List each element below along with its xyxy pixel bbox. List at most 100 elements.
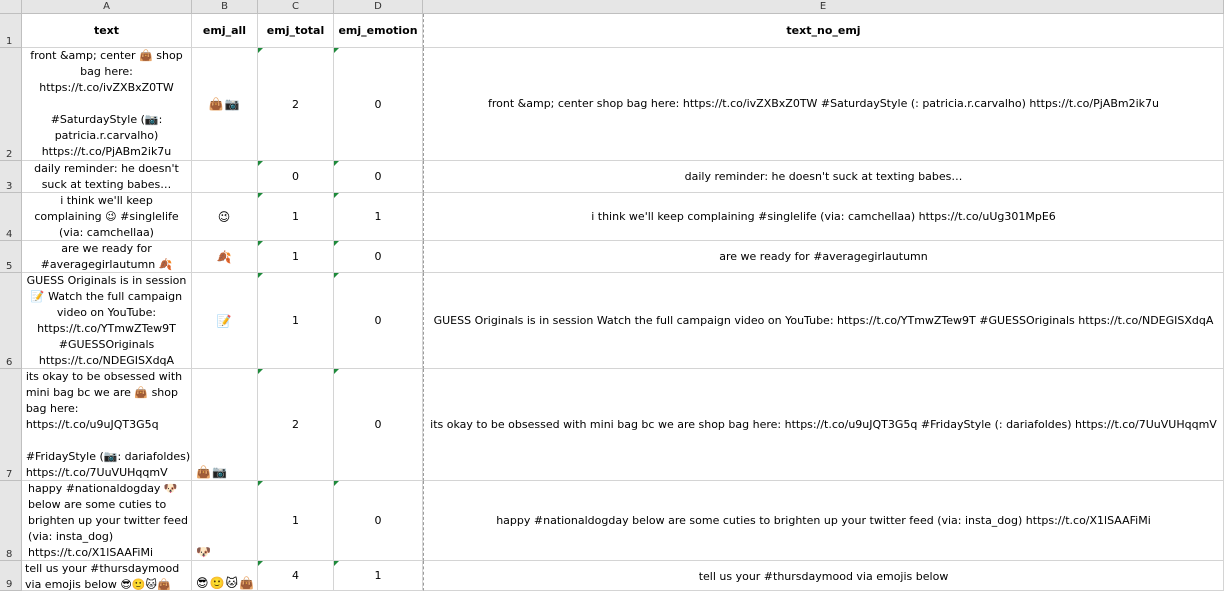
number-stored-as-text-indicator xyxy=(258,273,263,278)
number-stored-as-text-indicator xyxy=(258,193,263,198)
cell-value: i think we'll keep complaining 😉 #single… xyxy=(34,193,179,239)
data-cell-emj-all[interactable]: 📝 xyxy=(192,273,258,369)
data-cell-emj-total[interactable]: 1 xyxy=(258,241,334,273)
column-header-d[interactable]: D xyxy=(334,0,423,14)
data-cell-text[interactable]: its okay to be obsessed with mini bag bc… xyxy=(22,369,192,481)
column-header-c[interactable]: C xyxy=(258,0,334,14)
row-header-1[interactable]: 1 xyxy=(0,14,22,48)
data-cell-emj-all[interactable]: 🍂 xyxy=(192,241,258,273)
header-cell-emj-emotion[interactable]: emj_emotion xyxy=(334,14,423,48)
header-cell-emj-all[interactable]: emj_all xyxy=(192,14,258,48)
data-cell-text[interactable]: are we ready for #averagegirlautumn 🍂 xyxy=(22,241,192,273)
data-cell-text[interactable]: daily reminder: he doesn't suck at texti… xyxy=(22,161,192,193)
data-cell-text-no-emj[interactable]: tell us your #thursdaymood via emojis be… xyxy=(423,561,1224,591)
number-stored-as-text-indicator xyxy=(258,161,263,166)
data-cell-emj-total[interactable]: 2 xyxy=(258,48,334,161)
cell-value: 2 xyxy=(292,97,299,111)
column-header-a[interactable]: A xyxy=(22,0,192,14)
data-cell-emj-total[interactable]: 4 xyxy=(258,561,334,591)
row-header-3[interactable]: 3 xyxy=(0,161,22,193)
data-cell-emj-total[interactable]: 0 xyxy=(258,161,334,193)
data-cell-emj-emotion[interactable]: 0 xyxy=(334,481,423,561)
data-cell-emj-total[interactable]: 1 xyxy=(258,193,334,241)
cell-value: happy #nationaldogday 🐶 below are some c… xyxy=(28,481,188,559)
cell-value: are we ready for #averagegirlautumn 🍂 xyxy=(40,241,173,271)
cell-value: 1 xyxy=(292,210,299,223)
header-cell-text-no-emj[interactable]: text_no_emj xyxy=(423,14,1224,48)
data-cell-text[interactable]: front &amp; center 👜 shop bag here: http… xyxy=(22,48,192,161)
data-cell-emj-all[interactable]: 😎🙂🐱👜 xyxy=(192,561,258,591)
row-header-6[interactable]: 6 xyxy=(0,273,22,369)
data-cell-emj-all[interactable]: 👜📷 xyxy=(192,48,258,161)
row-number: 5 xyxy=(6,261,13,272)
data-cell-emj-all[interactable]: 👜📷 xyxy=(192,369,258,481)
header-label: text_no_emj xyxy=(786,24,861,37)
data-cell-emj-all[interactable]: 🐶 xyxy=(192,481,258,561)
row-number: 4 xyxy=(6,229,13,240)
cell-value: 0 xyxy=(374,314,382,327)
emoji-value: 👜📷 xyxy=(208,97,241,111)
column-header-e[interactable]: E xyxy=(423,0,1224,14)
cell-value: GUESS Originals is in session 📝 Watch th… xyxy=(26,273,187,367)
row-header-8[interactable]: 8 xyxy=(0,481,22,561)
emoji-value: 😎🙂🐱👜 xyxy=(196,576,255,590)
data-cell-emj-emotion[interactable]: 0 xyxy=(334,241,423,273)
data-cell-text-no-emj[interactable]: GUESS Originals is in session Watch the … xyxy=(423,273,1224,369)
row-number: 3 xyxy=(6,181,13,192)
row-header-4[interactable]: 4 xyxy=(0,193,22,241)
cell-value: 0 xyxy=(374,250,382,263)
header-label: emj_emotion xyxy=(338,24,418,37)
data-cell-emj-all[interactable] xyxy=(192,161,258,193)
cell-value: GUESS Originals is in session Watch the … xyxy=(433,313,1214,327)
data-cell-text-no-emj[interactable]: its okay to be obsessed with mini bag bc… xyxy=(423,369,1224,481)
data-cell-text-no-emj[interactable]: happy #nationaldogday below are some cut… xyxy=(423,481,1224,561)
emoji-value: 📝 xyxy=(216,313,233,328)
number-stored-as-text-indicator xyxy=(334,48,339,53)
number-stored-as-text-indicator xyxy=(334,161,339,166)
data-cell-emj-total[interactable]: 1 xyxy=(258,273,334,369)
row-header-2[interactable]: 2 xyxy=(0,48,22,161)
data-cell-text-no-emj[interactable]: are we ready for #averagegirlautumn xyxy=(423,241,1224,273)
row-header-7[interactable]: 7 xyxy=(0,369,22,481)
column-header-b[interactable]: B xyxy=(192,0,258,14)
number-stored-as-text-indicator xyxy=(258,369,263,374)
data-cell-text-no-emj[interactable]: front &amp; center shop bag here: https:… xyxy=(423,48,1224,161)
cell-value: tell us your #thursdaymood via emojis be… xyxy=(698,570,949,583)
data-cell-emj-total[interactable]: 2 xyxy=(258,369,334,481)
data-cell-emj-emotion[interactable]: 1 xyxy=(334,561,423,591)
data-cell-text[interactable]: happy #nationaldogday 🐶 below are some c… xyxy=(22,481,192,561)
data-cell-emj-emotion[interactable]: 0 xyxy=(334,48,423,161)
header-cell-text[interactable]: text xyxy=(22,14,192,48)
data-cell-text-no-emj[interactable]: i think we'll keep complaining #singleli… xyxy=(423,193,1224,241)
select-all-corner[interactable] xyxy=(0,0,22,14)
cell-value: 0 xyxy=(374,97,382,111)
data-cell-emj-all[interactable]: 😉 xyxy=(192,193,258,241)
data-cell-text-no-emj[interactable]: daily reminder: he doesn't suck at texti… xyxy=(423,161,1224,193)
row-number: 1 xyxy=(6,36,13,47)
data-cell-emj-emotion[interactable]: 0 xyxy=(334,273,423,369)
spreadsheet: A B C D E 1 text emj_all emj_total emj_e… xyxy=(0,0,1224,591)
data-cell-text[interactable]: i think we'll keep complaining 😉 #single… xyxy=(22,193,192,241)
emoji-value: 😉 xyxy=(217,209,232,224)
data-cell-text[interactable]: GUESS Originals is in session 📝 Watch th… xyxy=(22,273,192,369)
number-stored-as-text-indicator xyxy=(334,193,339,198)
emoji-value: 🍂 xyxy=(216,249,233,264)
cell-value: 1 xyxy=(292,314,299,327)
number-stored-as-text-indicator xyxy=(334,369,339,374)
number-stored-as-text-indicator xyxy=(334,241,339,246)
cell-value: 1 xyxy=(374,210,382,223)
header-label: text xyxy=(93,24,120,37)
cell-value: 0 xyxy=(374,514,382,527)
number-stored-as-text-indicator xyxy=(258,48,263,53)
row-header-9[interactable]: 9 xyxy=(0,561,22,591)
data-cell-emj-total[interactable]: 1 xyxy=(258,481,334,561)
data-cell-emj-emotion[interactable]: 1 xyxy=(334,193,423,241)
data-cell-emj-emotion[interactable]: 0 xyxy=(334,161,423,193)
cell-value: front &amp; center 👜 shop bag here: http… xyxy=(30,49,183,158)
row-header-5[interactable]: 5 xyxy=(0,241,22,273)
header-cell-emj-total[interactable]: emj_total xyxy=(258,14,334,48)
data-cell-emj-emotion[interactable]: 0 xyxy=(334,369,423,481)
data-cell-text[interactable]: tell us your #thursdaymood via emojis be… xyxy=(22,561,192,591)
number-stored-as-text-indicator xyxy=(334,561,339,566)
number-stored-as-text-indicator xyxy=(334,273,339,278)
